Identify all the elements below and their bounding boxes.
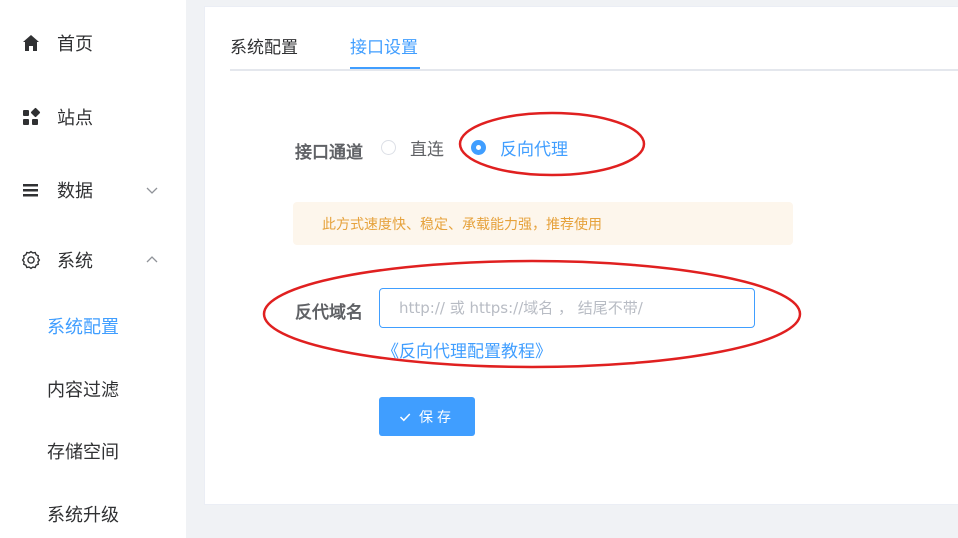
save-button-label: 保存 [419, 409, 455, 426]
sidebar-item-home[interactable]: 首页 [0, 18, 186, 68]
domain-label: 反代域名 [295, 303, 363, 323]
chevron-up-icon [144, 252, 160, 268]
apps-icon [21, 107, 41, 127]
sidebar-item-label: 站点 [57, 108, 93, 129]
sidebar: 首页 站点 数据 系统 系统配置 内容过滤 存储空间 系统升级 [0, 0, 186, 538]
sidebar-item-label: 首页 [57, 34, 93, 55]
radio-direct[interactable]: 直连 [381, 135, 444, 160]
channel-label: 接口通道 [295, 143, 363, 163]
save-button[interactable]: 保存 [379, 397, 475, 436]
chevron-down-icon [144, 182, 160, 198]
radio-reverse-proxy[interactable]: 反向代理 [471, 135, 568, 160]
check-icon [399, 411, 411, 423]
radio-circle[interactable] [381, 140, 396, 155]
sidebar-item-data[interactable]: 数据 [0, 165, 186, 215]
sidebar-item-system[interactable]: 系统 [0, 235, 186, 285]
sidebar-subitem-system-config[interactable]: 系统配置 [0, 301, 186, 351]
tab-system-config[interactable]: 系统配置 [230, 33, 298, 71]
radio-circle[interactable] [471, 140, 486, 155]
sidebar-subitem-upgrade[interactable]: 系统升级 [0, 489, 186, 538]
domain-input[interactable] [379, 288, 755, 328]
tab-active-indicator [350, 67, 420, 69]
sidebar-item-label: 数据 [57, 181, 93, 202]
notice-text: 此方式速度快、稳定、承载能力强，推荐使用 [322, 216, 602, 233]
radio-label: 直连 [410, 140, 444, 160]
main-panel: 系统配置 接口设置 接口通道 直连 反向代理 此方式速度快、稳定、承载能力强，推… [204, 6, 958, 505]
tab-bar: 系统配置 接口设置 [230, 7, 958, 71]
home-icon [21, 33, 41, 53]
tutorial-link[interactable]: 《反向代理配置教程》 [382, 337, 552, 362]
sidebar-subitem-storage[interactable]: 存储空间 [0, 426, 186, 476]
sidebar-item-label: 系统 [57, 251, 93, 272]
gear-icon [21, 250, 41, 270]
sidebar-item-sites[interactable]: 站点 [0, 92, 186, 142]
notice-alert: 此方式速度快、稳定、承载能力强，推荐使用 [293, 202, 793, 245]
list-icon [21, 180, 41, 200]
radio-label: 反向代理 [500, 140, 568, 160]
sidebar-subitem-content-filter[interactable]: 内容过滤 [0, 364, 186, 414]
tab-api-settings[interactable]: 接口设置 [350, 33, 418, 71]
